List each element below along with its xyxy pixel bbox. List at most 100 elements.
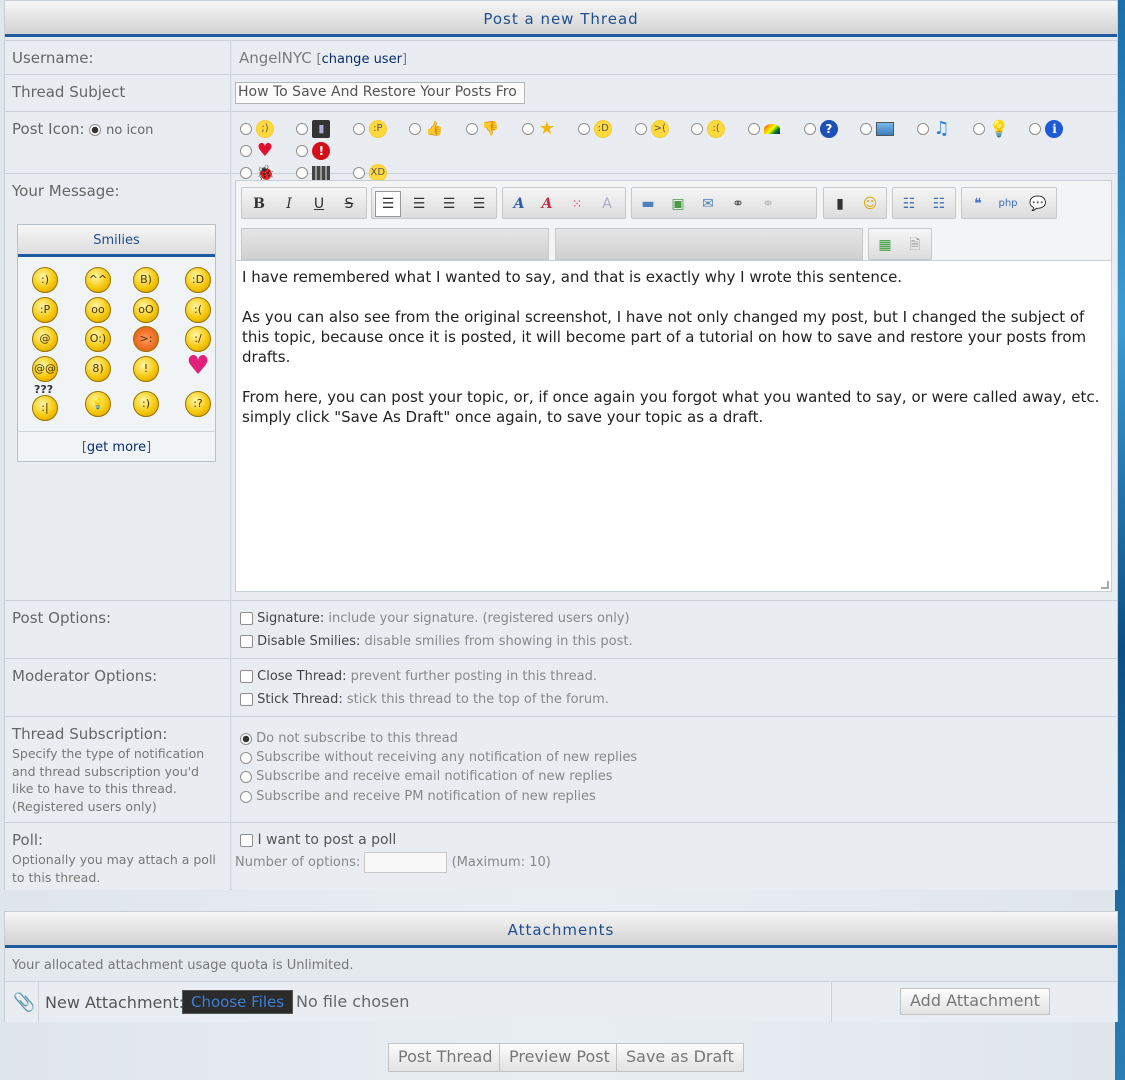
at-icon[interactable]: @ — [32, 326, 58, 352]
icon-radio[interactable] — [296, 144, 309, 157]
icon-option[interactable] — [747, 118, 799, 140]
subscription-radio[interactable] — [240, 732, 252, 745]
icon-radio[interactable] — [240, 144, 252, 157]
subscription-radio[interactable] — [240, 790, 252, 803]
smile-icon[interactable]: :) — [32, 267, 58, 293]
sad-icon[interactable]: :( — [185, 297, 211, 323]
puzzled-icon[interactable]: :| — [32, 395, 58, 421]
icon-radio[interactable] — [803, 122, 816, 135]
font-select[interactable] — [241, 228, 549, 260]
get-more-link[interactable]: get more — [87, 440, 146, 455]
unlink-icon[interactable]: ⚭ — [758, 194, 778, 214]
speech-bubble-icon[interactable]: 💬 — [1028, 194, 1048, 214]
hr-icon[interactable]: ▬ — [638, 194, 658, 214]
align-center-icon[interactable]: ☰ — [409, 194, 429, 214]
choose-files-button[interactable]: Choose Files — [182, 990, 294, 1014]
preview-post-button[interactable]: Preview Post — [499, 1043, 620, 1072]
thinking-icon[interactable]: :? — [185, 391, 211, 417]
strike-button[interactable]: S — [339, 194, 359, 214]
image-icon[interactable]: ▣ — [668, 194, 688, 214]
icon-radio[interactable] — [296, 166, 309, 179]
stick-thread-checkbox[interactable] — [240, 693, 253, 706]
icon-radio[interactable] — [578, 122, 591, 135]
grin-icon[interactable]: :D — [185, 267, 211, 293]
document-icon[interactable]: 🗎 — [905, 235, 925, 255]
italic-button[interactable]: I — [279, 194, 299, 214]
font-icon[interactable]: A — [509, 194, 529, 214]
align-left-icon[interactable]: ☰ — [375, 191, 401, 217]
icon-option[interactable]: ! — [296, 140, 347, 162]
save-draft-button[interactable]: Save as Draft — [616, 1043, 744, 1072]
icon-option[interactable]: :( — [691, 118, 742, 140]
icon-radio[interactable] — [521, 122, 534, 135]
subscription-radio[interactable] — [240, 751, 252, 764]
icon-option[interactable]: ♥ — [240, 140, 291, 162]
icon-option[interactable]: i — [1029, 118, 1080, 140]
disable-smilies-checkbox[interactable] — [240, 635, 253, 648]
remove-format-icon[interactable]: A — [597, 194, 617, 214]
post-thread-button[interactable]: Post Thread — [388, 1043, 503, 1072]
icon-option[interactable]: ;) — [240, 118, 291, 140]
icon-radio[interactable] — [240, 122, 252, 135]
angel-icon[interactable]: O:) — [85, 326, 111, 352]
justify-icon[interactable]: ☰ — [469, 194, 489, 214]
underline-button[interactable]: U — [309, 194, 329, 214]
quote-icon[interactable]: ❝ — [968, 194, 988, 214]
icon-radio[interactable] — [860, 122, 873, 135]
icon-radio[interactable] — [409, 122, 422, 135]
poll-count-input[interactable] — [364, 852, 448, 873]
icon-radio[interactable] — [465, 122, 478, 135]
icon-option[interactable] — [860, 118, 911, 140]
icon-radio[interactable] — [1029, 122, 1042, 135]
size-select[interactable] — [555, 228, 863, 260]
idea-icon[interactable]: 💡 — [85, 391, 111, 417]
number-list-icon[interactable]: ☷ — [929, 194, 949, 214]
heart-icon[interactable]: ♥ — [185, 353, 211, 379]
poll-checkbox[interactable] — [240, 833, 253, 847]
icon-option[interactable]: :P — [352, 118, 404, 140]
happy-icon[interactable]: ^^ — [85, 267, 111, 293]
mad-icon[interactable]: >: — [133, 326, 159, 352]
signature-checkbox[interactable] — [240, 612, 253, 625]
roll-eyes-icon[interactable]: oO — [133, 297, 159, 323]
resize-handle[interactable] — [1101, 581, 1109, 589]
icon-option[interactable]: ★ — [521, 118, 573, 140]
font-size-icon[interactable]: A — [537, 194, 557, 214]
email-icon[interactable]: ✉ — [698, 194, 718, 214]
subscription-option[interactable]: Subscribe and receive email notification… — [240, 769, 613, 784]
exclaim-icon[interactable]: ! — [133, 356, 159, 382]
cool-icon[interactable]: B) — [133, 267, 159, 293]
icon-option[interactable]: 👍 — [409, 118, 460, 140]
bullet-list-icon[interactable]: ☷ — [899, 194, 919, 214]
icon-radio[interactable] — [296, 122, 309, 135]
icon-radio[interactable] — [352, 166, 365, 179]
wide-eye-icon[interactable]: oo — [85, 297, 111, 323]
icon-radio[interactable] — [747, 122, 760, 135]
thread-subject-input[interactable]: How To Save And Restore Your Posts Fro — [235, 82, 525, 104]
confused-icon[interactable]: :/ — [185, 326, 211, 352]
add-attachment-button[interactable]: Add Attachment — [900, 988, 1050, 1015]
color-icon[interactable]: ⁙ — [567, 194, 587, 214]
subscription-option[interactable]: Subscribe and receive PM notification of… — [240, 789, 596, 804]
icon-radio[interactable] — [634, 122, 647, 135]
icon-radio[interactable] — [916, 122, 929, 135]
icon-radio[interactable] — [691, 122, 704, 135]
tongue-icon[interactable]: :P — [32, 297, 58, 323]
subscription-radio[interactable] — [240, 770, 252, 783]
icon-option[interactable]: ? — [803, 118, 855, 140]
align-right-icon[interactable]: ☰ — [439, 194, 459, 214]
icon-radio[interactable] — [352, 122, 365, 135]
change-user-link[interactable]: change user — [322, 52, 402, 67]
grid-icon[interactable]: ▦ — [875, 235, 895, 255]
php-icon[interactable]: php — [998, 194, 1018, 214]
icon-radio[interactable] — [973, 122, 986, 135]
smiley-icon[interactable]: ☺ — [860, 194, 880, 214]
icon-option[interactable]: ▮ — [296, 118, 347, 140]
icon-option[interactable]: >( — [634, 118, 686, 140]
icon-option[interactable]: 💡 — [973, 118, 1024, 140]
video-icon[interactable]: ▮ — [830, 194, 850, 214]
message-textarea[interactable]: I have remembered what I wanted to say, … — [236, 260, 1111, 591]
bold-button[interactable]: B — [249, 194, 269, 214]
icon-option[interactable]: ♫ — [916, 118, 968, 140]
close-thread-checkbox[interactable] — [240, 670, 253, 683]
